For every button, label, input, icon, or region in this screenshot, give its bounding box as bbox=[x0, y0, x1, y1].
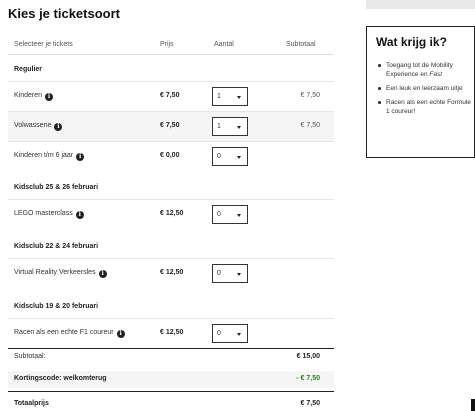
header-tickets: Selecteer je tickets bbox=[14, 41, 73, 48]
subtotal-value: € 15,00 bbox=[296, 353, 320, 360]
quantity-select[interactable]: 0 bbox=[212, 205, 248, 224]
ticket-price: € 12,50 bbox=[160, 329, 184, 336]
scroll-marker bbox=[471, 399, 475, 411]
ticket-row-volwassene: Volwassene i € 7,50 1 € 7,50 bbox=[8, 111, 334, 141]
ticket-row-racen-f1: Racen als een echte F1 coureur i € 12,50 … bbox=[8, 318, 334, 348]
caret-down-icon bbox=[237, 273, 241, 276]
section-title-regulier: Regulier bbox=[14, 66, 43, 73]
ticket-row-lego-masterclass: LEGO masterclass i € 12,50 0 bbox=[8, 199, 334, 229]
section-title-kidsclub-19-20: Kidsclub 19 & 20 februari bbox=[14, 303, 99, 310]
ticket-row-kinderen-t-m-6: Kinderen t/m 6 jaar i € 0,00 0 bbox=[8, 141, 334, 171]
ticket-subtotal: € 7,50 bbox=[300, 122, 320, 129]
ticket-name: LEGO masterclass i bbox=[14, 210, 84, 219]
section-title-kidsclub-25-26: Kidsclub 25 & 26 februari bbox=[14, 184, 99, 191]
subtotal-label: Subtotaal: bbox=[14, 353, 46, 360]
ticket-name: Kinderen i bbox=[14, 92, 54, 101]
caret-down-icon bbox=[237, 333, 241, 336]
total-divider bbox=[8, 391, 334, 392]
info-circle-icon[interactable]: i bbox=[75, 211, 84, 219]
total-value: € 7,50 bbox=[300, 400, 320, 407]
top-gray-bar bbox=[366, 0, 475, 9]
header-divider bbox=[8, 54, 334, 55]
quantity-value: 1 bbox=[217, 123, 221, 130]
benefit-item: Racen als een echte Formule 1 coureur! bbox=[377, 98, 472, 116]
benefit-item: Toegang tot de Mobility Experience en Fa… bbox=[377, 61, 472, 79]
ticket-name: Virtual Reality Verkeersles i bbox=[14, 269, 107, 278]
subtotal-row: Subtotaal: € 15,00 bbox=[8, 349, 334, 366]
quantity-select[interactable]: 0 bbox=[212, 264, 248, 283]
caret-down-icon bbox=[237, 156, 241, 159]
quantity-select[interactable]: 0 bbox=[212, 324, 248, 343]
discount-row: Kortingscode: welkomterug - € 7,50 bbox=[8, 371, 334, 388]
header-qty: Aantal bbox=[214, 41, 234, 48]
ticket-price: € 0,00 bbox=[160, 152, 180, 159]
ticket-name: Kinderen t/m 6 jaar i bbox=[14, 152, 85, 161]
ticket-price: € 7,50 bbox=[160, 92, 180, 99]
info-circle-icon[interactable]: i bbox=[76, 153, 85, 161]
section-title-kidsclub-22-24: Kidsclub 22 & 24 februari bbox=[14, 243, 99, 250]
ticket-price: € 12,50 bbox=[160, 210, 184, 217]
ticket-name: Volwassene i bbox=[14, 122, 63, 131]
info-circle-icon[interactable]: i bbox=[45, 93, 54, 101]
caret-down-icon bbox=[237, 126, 241, 129]
benefit-item: Een leuk en leerzaam uitje bbox=[377, 84, 472, 93]
quantity-select[interactable]: 0 bbox=[212, 147, 248, 166]
total-label: Totaalprijs bbox=[14, 400, 49, 407]
discount-label: Kortingscode: welkomterug bbox=[14, 375, 107, 382]
caret-down-icon bbox=[237, 96, 241, 99]
benefits-title: Wat krijg ik? bbox=[376, 35, 447, 49]
info-circle-icon[interactable]: i bbox=[116, 330, 125, 338]
info-circle-icon[interactable]: i bbox=[54, 123, 63, 131]
quantity-value: 0 bbox=[217, 211, 221, 218]
ticket-row-kinderen: Kinderen i € 7,50 1 € 7,50 bbox=[8, 81, 334, 111]
benefits-list: Toegang tot de Mobility Experience en Fa… bbox=[377, 61, 472, 121]
ticket-row-virtual-reality: Virtual Reality Verkeersles i € 12,50 0 bbox=[8, 258, 334, 288]
discount-value: - € 7,50 bbox=[296, 375, 320, 382]
quantity-value: 0 bbox=[217, 153, 221, 160]
header-price: Prijs bbox=[160, 41, 174, 48]
quantity-value: 0 bbox=[217, 270, 221, 277]
page-title: Kies je ticketsoort bbox=[8, 6, 120, 21]
ticket-price: € 12,50 bbox=[160, 269, 184, 276]
quantity-select[interactable]: 1 bbox=[212, 117, 248, 136]
caret-down-icon bbox=[237, 214, 241, 217]
quantity-value: 0 bbox=[217, 330, 221, 337]
ticket-subtotal: € 7,50 bbox=[300, 92, 320, 99]
header-subtotal: Subtotaal bbox=[286, 41, 316, 48]
ticket-name: Racen als een echte F1 coureur i bbox=[14, 329, 125, 338]
benefits-panel: Wat krijg ik? Toegang tot de Mobility Ex… bbox=[366, 26, 475, 158]
quantity-select[interactable]: 1 bbox=[212, 87, 248, 106]
total-row: Totaalprijs € 7,50 bbox=[8, 396, 334, 411]
info-circle-icon[interactable]: i bbox=[98, 270, 107, 278]
quantity-value: 1 bbox=[217, 93, 221, 100]
ticket-price: € 7,50 bbox=[160, 122, 180, 129]
